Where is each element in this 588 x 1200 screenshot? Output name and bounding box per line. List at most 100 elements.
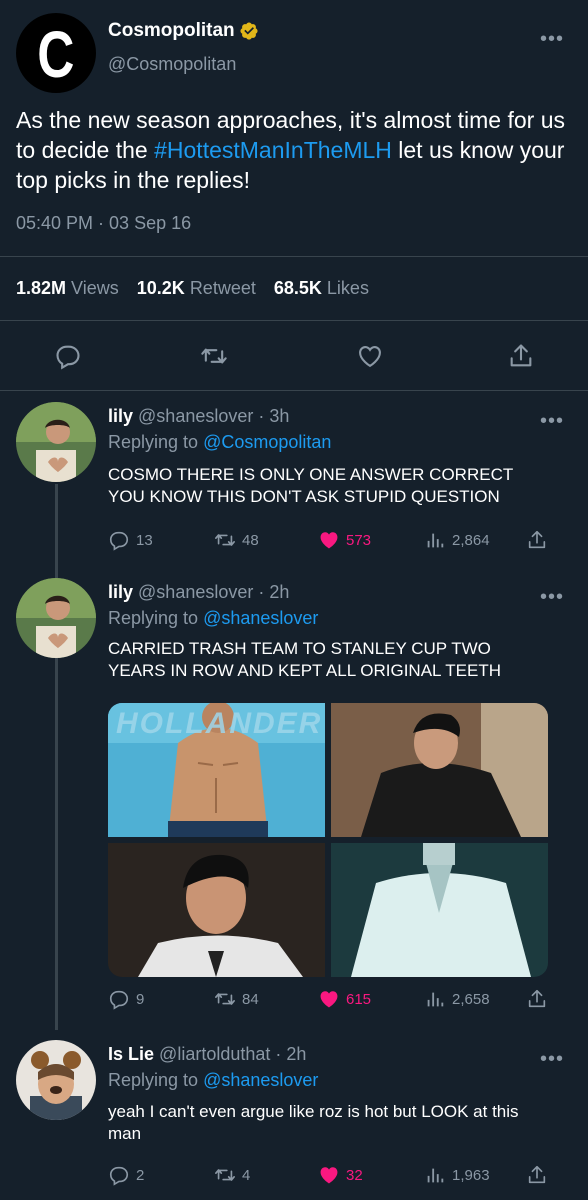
reply-author-handle[interactable]: @shaneslover [138,406,253,426]
reply-button[interactable]: 13 [108,529,153,551]
more-options-icon[interactable]: ••• [540,28,564,51]
avatar-photo [16,402,96,482]
retweet-button[interactable]: 4 [214,1164,250,1186]
reply-text-line: YEARS IN ROW AND KEPT ALL ORIGINAL TEETH [108,661,501,680]
reply-actions: 13 48 573 2,864 [108,529,558,553]
replying-to: Replying to @shaneslover [108,1070,318,1091]
reply-author-handle[interactable]: @shaneslover [138,582,253,602]
retweet-icon [215,1169,235,1181]
reply-time[interactable]: · 2h [258,582,289,602]
reply-text-line: COSMO THERE IS ONLY ONE ANSWER CORRECT [108,465,514,484]
media-image[interactable] [331,843,548,977]
replying-to-handle[interactable]: @shaneslover [203,1070,318,1090]
more-options-icon[interactable]: ••• [540,410,564,433]
tweet-timestamp[interactable]: 05:40 PM · 03 Sep 16 [16,213,191,234]
views-button[interactable]: 1,963 [424,1164,490,1186]
retweet-count: 48 [242,531,259,549]
replying-to-handle[interactable]: @Cosmopolitan [203,432,331,452]
like-button[interactable]: 615 [318,988,371,1010]
likes-label: Likes [326,278,369,298]
author-handle[interactable]: @Cosmopolitan [108,54,236,75]
views-count: 2,658 [452,990,490,1008]
thread-connector [55,658,58,1030]
cosmopolitan-avatar[interactable]: C [16,13,96,93]
replying-to-prefix: Replying to [108,608,199,628]
media-image[interactable] [331,703,548,837]
hashtag-link[interactable]: #HottestManInTheMLH [154,137,392,163]
author-name[interactable]: Cosmopolitan [108,20,259,42]
media-photo [331,703,548,837]
avatar-photo [16,1040,96,1120]
reply-icon [109,531,129,551]
views-count: 2,864 [452,531,490,549]
avatar[interactable] [16,1040,96,1120]
reply-text-line: man [108,1124,142,1143]
share-icon[interactable] [507,342,535,370]
like-count: 615 [346,990,372,1008]
retweet-count: 4 [242,1166,251,1184]
reply-author-name[interactable]: Is Lie [108,1044,154,1064]
reply-text: CARRIED TRASH TEAM TO STANLEY CUP TWO YE… [108,638,548,682]
media-image[interactable]: HOLLANDER [108,703,325,837]
reply-icon[interactable] [54,342,82,370]
thread-connector [55,484,58,578]
views-count: 1,963 [452,1166,490,1184]
retweet-icon [215,534,235,546]
reply-text: yeah I can't even argue like roz is hot … [108,1101,568,1145]
verified-badge-icon [240,22,258,40]
more-options-icon[interactable]: ••• [540,1048,564,1071]
replying-to: Replying to @shaneslover [108,608,318,629]
reply-author-name[interactable]: lily [108,406,133,426]
media-grid[interactable]: HOLLANDER [108,703,548,977]
heart-filled-icon [320,991,338,1008]
replying-to: Replying to @Cosmopolitan [108,432,331,453]
reply-author-handle[interactable]: @liartolduthat [159,1044,270,1064]
share-button[interactable] [526,529,548,551]
avatar[interactable] [16,402,96,482]
reply-count: 13 [136,531,153,549]
retweet-button[interactable]: 84 [214,988,259,1010]
divider [0,390,588,391]
reply-text-line: yeah I can't even argue like roz is hot … [108,1102,519,1121]
reply-button[interactable]: 2 [108,1164,144,1186]
display-name: Cosmopolitan [108,20,235,41]
retweets-label: Retweet [189,278,256,298]
views-chart-icon [427,533,444,548]
replying-to-handle[interactable]: @shaneslover [203,608,318,628]
divider [0,320,588,321]
like-button[interactable]: 573 [318,529,371,551]
like-button[interactable]: 32 [318,1164,363,1186]
tweet-text: As the new season approaches, it's almos… [16,105,578,195]
divider [0,256,588,257]
more-options-icon[interactable]: ••• [540,586,564,609]
media-photo [331,843,548,977]
reply-author-name[interactable]: lily [108,582,133,602]
reply-icon [109,1166,129,1186]
reply-header: lily @shaneslover · 3h [108,406,289,427]
retweet-icon[interactable] [200,342,228,370]
retweet-icon [215,993,235,1005]
avatar[interactable] [16,578,96,658]
like-icon[interactable] [356,342,384,370]
reply-time[interactable]: · 3h [258,406,289,426]
reply-time[interactable]: · 2h [275,1044,306,1064]
likes-stat[interactable]: 68.5K Likes [274,278,369,299]
views-stat[interactable]: 1.82M Views [16,278,119,299]
replying-to-prefix: Replying to [108,432,199,452]
views-button[interactable]: 2,658 [424,988,490,1010]
replying-to-prefix: Replying to [108,1070,199,1090]
reply-button[interactable]: 9 [108,988,144,1010]
retweets-stat[interactable]: 10.2K Retweet [137,278,256,299]
views-count: 1.82M [16,278,67,298]
views-label: Views [71,278,119,298]
avatar-logo-letter: C [37,17,75,91]
retweet-button[interactable]: 48 [214,529,259,551]
share-button[interactable] [526,1164,548,1186]
reply-actions: 2 4 32 1,963 [108,1164,558,1188]
views-button[interactable]: 2,864 [424,529,490,551]
share-icon [528,1165,546,1184]
media-image[interactable] [108,843,325,977]
share-button[interactable] [526,988,548,1010]
like-count: 32 [346,1166,363,1184]
media-photo [108,843,325,977]
